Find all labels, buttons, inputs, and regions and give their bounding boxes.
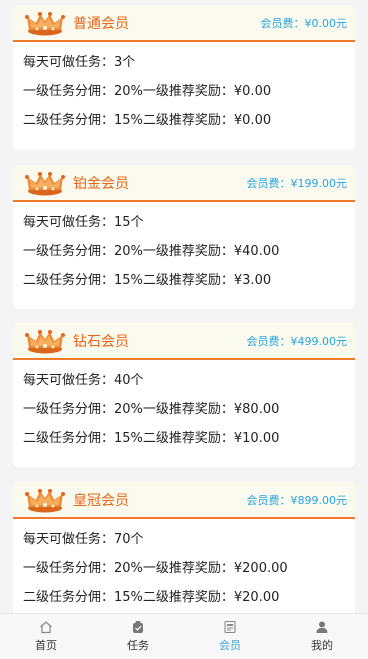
tab-home[interactable]: 首页 [0,614,92,659]
membership-list[interactable]: 普通会员 会员费：¥0.00元 每天可做任务：3个 一级任务分佣：20%一级推荐… [0,0,368,613]
tab-label: 首页 [35,639,57,652]
tier-name: 普通会员 [73,15,129,32]
tab-label: 任务 [127,639,149,652]
tab-member[interactable]: 会员 [184,614,276,659]
card-header: 皇冠会员 会员费：¥899.00元 [13,482,355,519]
tab-mine[interactable]: 我的 [276,614,368,659]
tab-label: 我的 [311,639,333,652]
membership-card-platinum[interactable]: 铂金会员 会员费：¥199.00元 每天可做任务：15个 一级任务分佣：20%一… [13,165,355,309]
level2-commission: 二级任务分佣：15%二级推荐奖励：¥10.00 [23,431,280,446]
membership-fee: 会员费：¥199.00元 [246,176,348,190]
level1-commission: 一级任务分佣：20%一级推荐奖励：¥80.00 [23,402,280,417]
tier-name: 皇冠会员 [73,492,129,509]
membership-fee: 会员费：¥899.00元 [246,493,348,507]
task-icon [133,621,143,633]
daily-task-count: 每天可做任务：15个 [23,215,144,230]
tier-name: 铂金会员 [73,175,129,192]
card-header: 普通会员 会员费：¥0.00元 [13,5,355,42]
user-icon [316,621,328,633]
tier-name: 钻石会员 [73,333,129,350]
bottom-tab-bar: 首页 任务 会员 我的 [0,613,368,659]
crown-icon [25,171,65,195]
membership-card-crown[interactable]: 皇冠会员 会员费：¥899.00元 每天可做任务：70个 一级任务分佣：20%一… [13,482,355,613]
crown-icon [25,11,65,35]
level1-commission: 一级任务分佣：20%一级推荐奖励：¥200.00 [23,561,288,576]
daily-task-count: 每天可做任务：70个 [23,532,144,547]
level1-commission: 一级任务分佣：20%一级推荐奖励：¥0.00 [23,84,272,99]
membership-card-normal[interactable]: 普通会员 会员费：¥0.00元 每天可做任务：3个 一级任务分佣：20%一级推荐… [13,5,355,150]
card-header: 钻石会员 会员费：¥499.00元 [13,323,355,360]
daily-task-count: 每天可做任务：3个 [23,55,136,70]
level1-commission: 一级任务分佣：20%一级推荐奖励：¥40.00 [23,244,280,259]
daily-task-count: 每天可做任务：40个 [23,373,144,388]
membership-card-diamond[interactable]: 钻石会员 会员费：¥499.00元 每天可做任务：40个 一级任务分佣：20%一… [13,323,355,467]
tab-tasks[interactable]: 任务 [92,614,184,659]
membership-fee: 会员费：¥0.00元 [260,16,348,30]
crown-icon [25,329,65,353]
member-icon [224,620,236,634]
level2-commission: 二级任务分佣：15%二级推荐奖励：¥3.00 [23,273,272,288]
home-icon [40,621,52,634]
crown-icon [25,488,65,512]
level2-commission: 二级任务分佣：15%二级推荐奖励：¥20.00 [23,590,280,605]
membership-fee: 会员费：¥499.00元 [246,334,348,348]
card-header: 铂金会员 会员费：¥199.00元 [13,165,355,202]
tab-label: 会员 [219,639,241,652]
level2-commission: 二级任务分佣：15%二级推荐奖励：¥0.00 [23,113,272,128]
